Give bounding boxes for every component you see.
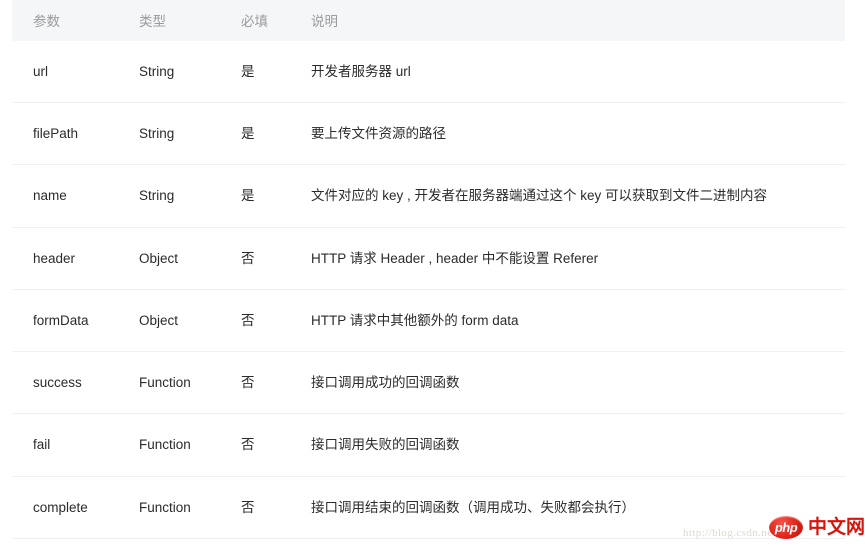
cell-param: formData [12,289,139,353]
table-header-row: 参数 类型 必填 说明 [12,0,845,41]
php-chinese-logo: php 中文网 [769,514,865,540]
cell-required: 是 [241,102,311,166]
table-row: url String 是 开发者服务器 url [12,41,845,104]
cell-type: Function [139,413,241,477]
cell-description: HTTP 请求 Header , header 中不能设置 Referer [311,227,845,290]
cell-param: filePath [12,102,139,166]
cell-type: String [139,41,241,104]
table-row: name String 是 文件对应的 key , 开发者在服务器端通过这个 k… [12,164,845,228]
column-header-required: 必填 [241,0,311,41]
cell-type: String [139,164,241,228]
cell-param: complete [12,476,139,539]
cell-required: 否 [241,351,311,415]
cell-type: Function [139,476,241,539]
table-row: formData Object 否 HTTP 请求中其他额外的 form dat… [12,289,845,353]
cell-required: 否 [241,413,311,477]
cell-required: 否 [241,227,311,290]
cell-required: 否 [241,289,311,353]
cell-required: 是 [241,41,311,104]
cell-type: String [139,102,241,166]
cell-description: 开发者服务器 url [311,41,845,104]
cell-param: name [12,164,139,228]
brand-name-text: 中文网 [808,516,865,538]
cell-type: Function [139,351,241,415]
cell-description: 文件对应的 key , 开发者在服务器端通过这个 key 可以获取到文件二进制内… [311,164,845,228]
cell-param: success [12,351,139,415]
cell-type: Object [139,227,241,290]
cell-description: HTTP 请求中其他额外的 form data [311,289,845,353]
table-row: filePath String 是 要上传文件资源的路径 [12,102,845,166]
table-row: fail Function 否 接口调用失败的回调函数 [12,413,845,477]
cell-description: 接口调用成功的回调函数 [311,351,845,415]
cell-required: 否 [241,476,311,539]
document-page: 参数 类型 必填 说明 url String 是 开发者服务器 url file… [0,0,865,548]
column-header-description: 说明 [311,0,845,41]
table-row: header Object 否 HTTP 请求 Header , header … [12,227,845,290]
api-parameter-table: 参数 类型 必填 说明 url String 是 开发者服务器 url file… [12,0,845,539]
cell-type: Object [139,289,241,353]
cell-description: 要上传文件资源的路径 [311,102,845,166]
cell-required: 是 [241,164,311,228]
table-header: 参数 类型 必填 说明 [12,0,845,41]
watermark-url-text: http://blog.csdn.net/ [683,527,780,539]
column-header-param: 参数 [12,0,139,41]
table-row: success Function 否 接口调用成功的回调函数 [12,351,845,415]
column-header-type: 类型 [139,0,241,41]
cell-param: url [12,41,139,104]
table-body: url String 是 开发者服务器 url filePath String … [12,41,845,539]
php-badge-icon: php [769,515,803,539]
cell-description: 接口调用失败的回调函数 [311,413,845,477]
cell-param: header [12,227,139,290]
cell-param: fail [12,413,139,477]
